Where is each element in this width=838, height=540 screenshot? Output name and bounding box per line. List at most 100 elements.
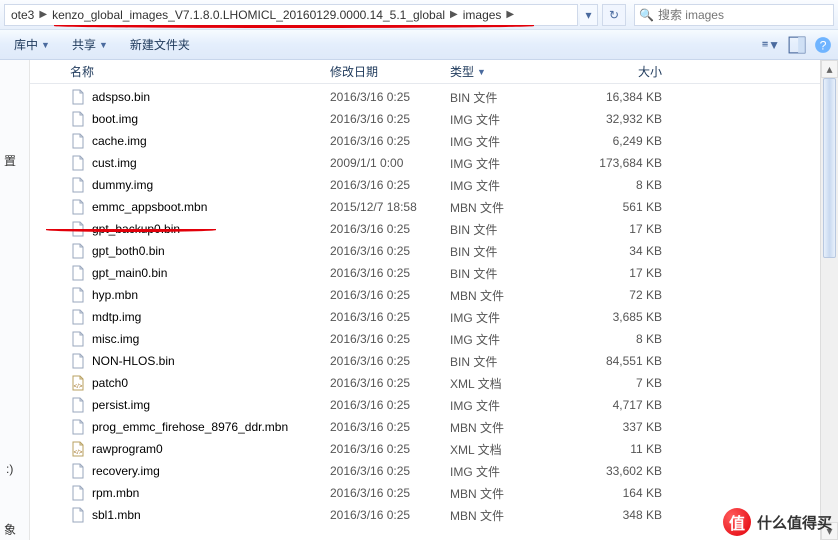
file-size: 17 KB (570, 222, 670, 236)
file-name-cell: prog_emmc_firehose_8976_ddr.mbn (70, 419, 330, 435)
search-input[interactable] (658, 8, 829, 22)
share-button[interactable]: 共享▼ (64, 33, 116, 56)
col-date[interactable]: 修改日期 (330, 63, 450, 80)
file-date: 2016/3/16 0:25 (330, 178, 450, 192)
new-folder-button[interactable]: 新建文件夹 (122, 33, 198, 56)
search-box[interactable]: 🔍 (634, 4, 834, 26)
file-icon (70, 485, 86, 501)
scroll-thumb[interactable] (823, 78, 836, 258)
file-date: 2016/3/16 0:25 (330, 508, 450, 522)
file-name: prog_emmc_firehose_8976_ddr.mbn (92, 420, 288, 434)
file-date: 2015/12/7 18:58 (330, 200, 450, 214)
toolbar: 库中▼ 共享▼ 新建文件夹 ▼ ? (0, 30, 838, 60)
file-row[interactable]: </>patch02016/3/16 0:25XML 文档7 KB (30, 372, 820, 394)
file-date: 2016/3/16 0:25 (330, 244, 450, 258)
file-type: BIN 文件 (450, 89, 570, 106)
file-date: 2016/3/16 0:25 (330, 222, 450, 236)
file-type: BIN 文件 (450, 353, 570, 370)
file-type: MBN 文件 (450, 199, 570, 216)
file-panel: 名称 修改日期 类型 ▼ 大小 adspso.bin2016/3/16 0:25… (30, 60, 820, 540)
file-type: BIN 文件 (450, 265, 570, 282)
vertical-scrollbar[interactable]: ▴ ▾ (820, 60, 838, 540)
file-row[interactable]: mdtp.img2016/3/16 0:25IMG 文件3,685 KB (30, 306, 820, 328)
file-row[interactable]: rpm.mbn2016/3/16 0:25MBN 文件164 KB (30, 482, 820, 504)
file-name: boot.img (92, 112, 138, 126)
file-row[interactable]: recovery.img2016/3/16 0:25IMG 文件33,602 K… (30, 460, 820, 482)
file-row[interactable]: NON-HLOS.bin2016/3/16 0:25BIN 文件84,551 K… (30, 350, 820, 372)
crumb-0[interactable]: ote3 (9, 8, 36, 22)
file-size: 561 KB (570, 200, 670, 214)
file-name: mdtp.img (92, 310, 141, 324)
file-size: 72 KB (570, 288, 670, 302)
file-icon (70, 177, 86, 193)
file-row[interactable]: prog_emmc_firehose_8976_ddr.mbn 2016/3/16… (30, 416, 820, 438)
file-list: adspso.bin2016/3/16 0:25BIN 文件16,384 KBb… (30, 84, 820, 540)
col-name[interactable]: 名称 (70, 63, 330, 80)
breadcrumb-path[interactable]: ote3 ▶ kenzo_global_images_V7.1.8.0.LHOM… (4, 4, 578, 26)
file-row[interactable]: adspso.bin2016/3/16 0:25BIN 文件16,384 KB (30, 86, 820, 108)
file-size: 4,717 KB (570, 398, 670, 412)
file-name: cache.img (92, 134, 147, 148)
file-name-cell: </>rawprogram0 (70, 441, 330, 457)
file-row[interactable]: gpt_both0.bin2016/3/16 0:25BIN 文件34 KB (30, 240, 820, 262)
include-library-button[interactable]: 库中▼ (6, 33, 58, 56)
file-name: persist.img (92, 398, 150, 412)
file-name: recovery.img (92, 464, 160, 478)
file-icon (70, 419, 86, 435)
file-date: 2016/3/16 0:25 (330, 420, 450, 434)
file-name: misc.img (92, 332, 139, 346)
file-icon (70, 397, 86, 413)
file-size: 7 KB (570, 376, 670, 390)
svg-text:?: ? (820, 38, 827, 52)
annotation-underline-file (46, 228, 216, 232)
file-size: 173,684 KB (570, 156, 670, 170)
file-type: XML 文档 (450, 441, 570, 458)
file-icon (70, 133, 86, 149)
file-row[interactable]: dummy.img2016/3/16 0:25IMG 文件8 KB (30, 174, 820, 196)
col-type[interactable]: 类型 ▼ (450, 63, 570, 80)
file-type: IMG 文件 (450, 133, 570, 150)
file-icon (70, 89, 86, 105)
sort-dropdown-icon[interactable]: ▼ (477, 67, 486, 77)
file-size: 337 KB (570, 420, 670, 434)
crumb-arrow-icon[interactable]: ▶ (447, 9, 461, 20)
file-icon: </> (70, 375, 86, 391)
file-date: 2016/3/16 0:25 (330, 310, 450, 324)
file-row[interactable]: boot.img2016/3/16 0:25IMG 文件32,932 KB (30, 108, 820, 130)
crumb-2[interactable]: images (461, 8, 504, 22)
svg-text:</>: </> (74, 384, 83, 390)
file-row[interactable]: cache.img2016/3/16 0:25IMG 文件6,249 KB (30, 130, 820, 152)
file-row[interactable]: persist.img2016/3/16 0:25IMG 文件4,717 KB (30, 394, 820, 416)
file-name: rawprogram0 (92, 442, 163, 456)
refresh-button[interactable]: ↻ (602, 4, 626, 26)
file-name: hyp.mbn (92, 288, 138, 302)
file-name-cell: recovery.img (70, 463, 330, 479)
scroll-track[interactable] (821, 78, 838, 522)
file-row[interactable]: misc.img2016/3/16 0:25IMG 文件8 KB (30, 328, 820, 350)
crumb-1[interactable]: kenzo_global_images_V7.1.8.0.LHOMICL_201… (50, 8, 447, 22)
help-button[interactable]: ? (814, 36, 832, 54)
file-row[interactable]: hyp.mbn2016/3/16 0:25MBN 文件72 KB (30, 284, 820, 306)
file-date: 2009/1/1 0:00 (330, 156, 450, 170)
path-dropdown-button[interactable]: ▾ (580, 4, 598, 26)
scroll-up-button[interactable]: ▴ (821, 60, 838, 78)
file-type: IMG 文件 (450, 111, 570, 128)
file-size: 8 KB (570, 178, 670, 192)
file-row[interactable]: cust.img2009/1/1 0:00IMG 文件173,684 KB (30, 152, 820, 174)
file-date: 2016/3/16 0:25 (330, 398, 450, 412)
file-row[interactable]: sbl1.mbn2016/3/16 0:25MBN 文件348 KB (30, 504, 820, 526)
file-size: 164 KB (570, 486, 670, 500)
file-row[interactable]: emmc_appsboot.mbn2015/12/7 18:58MBN 文件56… (30, 196, 820, 218)
col-size[interactable]: 大小 (570, 63, 670, 80)
preview-pane-button[interactable] (788, 36, 806, 54)
view-options-button[interactable]: ▼ (762, 36, 780, 54)
file-name-cell: mdtp.img (70, 309, 330, 325)
watermark-logo-icon: 值 (723, 508, 751, 536)
crumb-arrow-icon[interactable]: ▶ (503, 9, 517, 20)
file-name-cell: cust.img (70, 155, 330, 171)
sidebar-fragment: :) (6, 462, 13, 476)
file-row[interactable]: gpt_main0.bin2016/3/16 0:25BIN 文件17 KB (30, 262, 820, 284)
crumb-arrow-icon[interactable]: ▶ (36, 9, 50, 20)
file-date: 2016/3/16 0:25 (330, 90, 450, 104)
file-row[interactable]: </>rawprogram02016/3/16 0:25XML 文档11 KB (30, 438, 820, 460)
